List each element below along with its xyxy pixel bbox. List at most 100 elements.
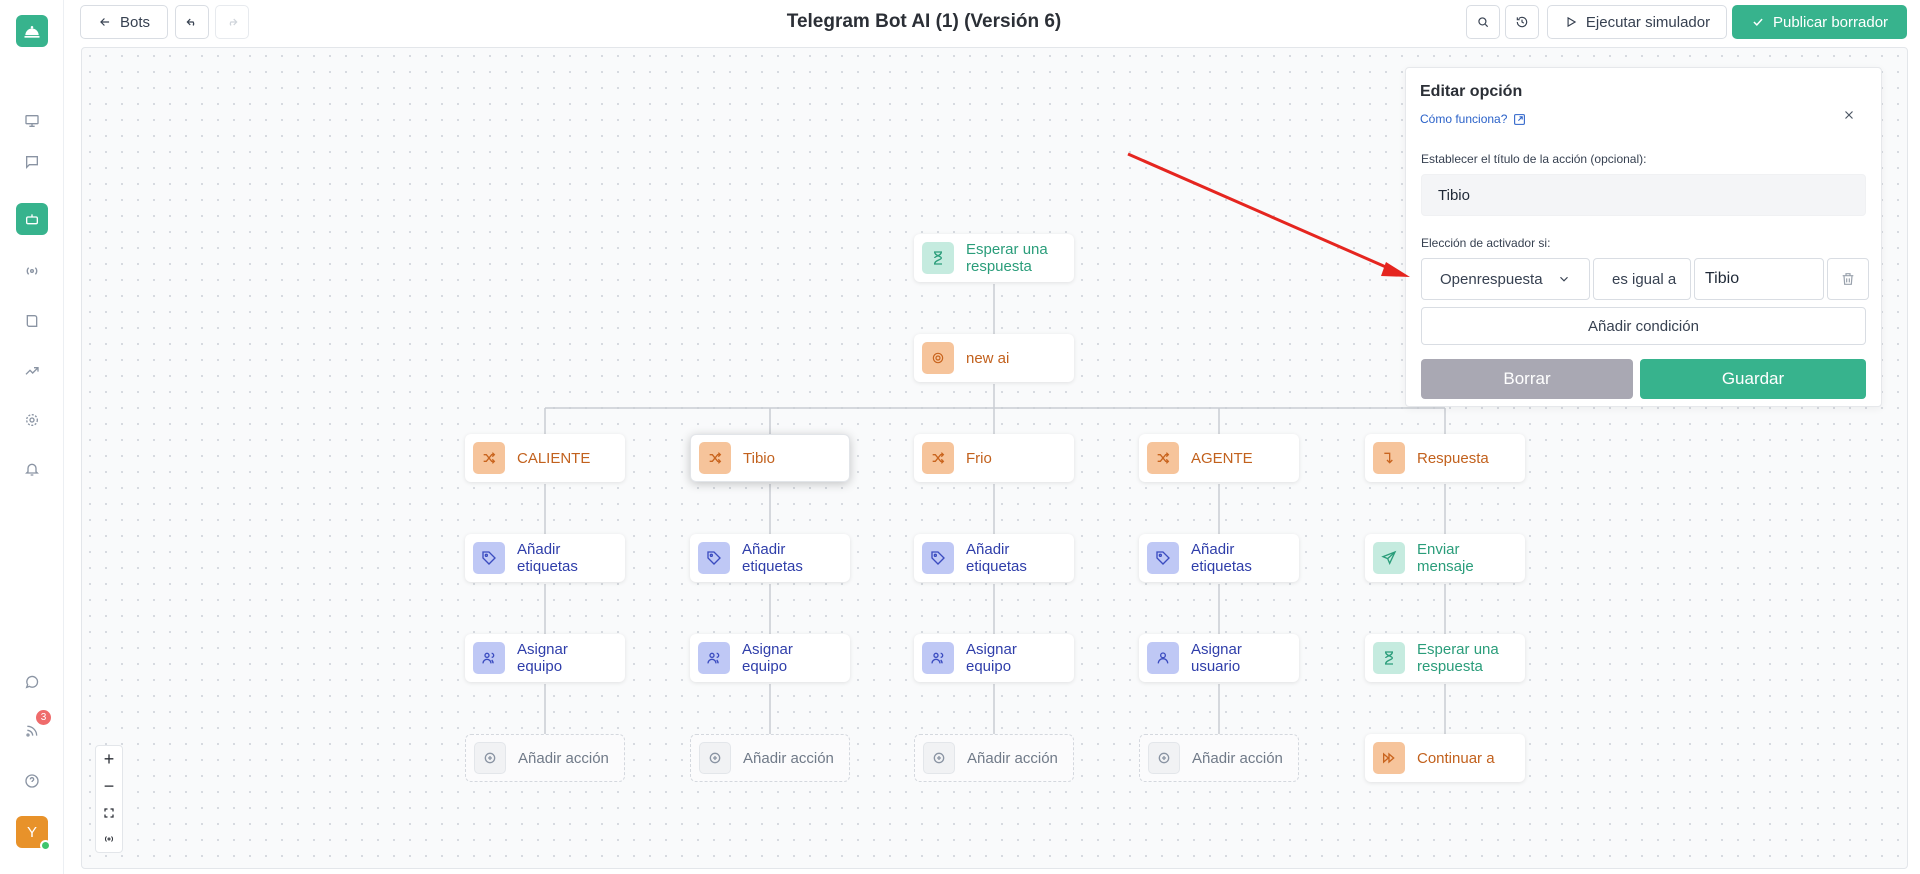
- history-button[interactable]: [1505, 5, 1539, 39]
- close-panel-button[interactable]: [1839, 105, 1859, 125]
- bell-service-icon: [24, 26, 40, 38]
- whatsapp-icon: [25, 675, 39, 689]
- broadcast-icon: [26, 267, 38, 275]
- hourglass-icon: [1373, 642, 1405, 674]
- fit-view-button[interactable]: [96, 800, 122, 826]
- help-link-label: Cómo funciona?: [1420, 112, 1508, 126]
- page-title: Telegram Bot AI (1) (Versión 6): [786, 11, 1062, 32]
- zoom-out-button[interactable]: −: [96, 773, 122, 799]
- panel-title: Editar opción: [1420, 83, 1523, 100]
- sidebar-item-feed[interactable]: 3: [16, 710, 51, 747]
- undo-button[interactable]: [175, 5, 209, 39]
- back-to-bots-button[interactable]: Bots: [80, 5, 168, 39]
- node-label: Enviar mensaje: [1417, 541, 1474, 575]
- node-trigger-caliente[interactable]: CALIENTE: [465, 434, 625, 482]
- node-wait-response[interactable]: Esperar una respuesta: [1365, 634, 1525, 682]
- node-trigger-tibio[interactable]: Tibio: [690, 434, 850, 482]
- add-condition-button[interactable]: Añadir condición: [1421, 307, 1866, 345]
- redo-button[interactable]: [215, 5, 249, 39]
- tag-icon: [1147, 542, 1179, 574]
- app-logo[interactable]: [16, 15, 48, 47]
- sidebar-item-whatsapp[interactable]: [16, 666, 48, 698]
- node-label: Añadir acción: [518, 749, 609, 767]
- node-assign-team[interactable]: Asignar equipo: [465, 634, 625, 682]
- publish-draft-button[interactable]: Publicar borrador: [1732, 5, 1907, 39]
- close-icon: [1845, 111, 1853, 119]
- node-add-tags[interactable]: Añadir etiquetas: [914, 534, 1074, 582]
- user-avatar[interactable]: Y: [16, 816, 51, 851]
- node-add-action[interactable]: Añadir acción: [465, 734, 625, 782]
- node-assign-team[interactable]: Asignar equipo: [914, 634, 1074, 682]
- node-add-tags[interactable]: Añadir etiquetas: [465, 534, 625, 582]
- node-send-message[interactable]: Enviar mensaje: [1365, 534, 1525, 582]
- chat-icon: [26, 156, 38, 169]
- sidebar-item-broadcast[interactable]: [16, 255, 48, 287]
- node-label: Añadir etiquetas: [966, 541, 1027, 575]
- sidebar-item-notifications[interactable]: [16, 453, 48, 485]
- node-ai[interactable]: new ai: [914, 334, 1074, 382]
- sidebar-item-settings[interactable]: [16, 404, 48, 436]
- sidebar-item-chats[interactable]: [16, 146, 48, 178]
- delete-condition-button[interactable]: [1827, 258, 1869, 300]
- team-icon: [922, 642, 954, 674]
- node-label: Esperar una respuesta: [966, 241, 1048, 275]
- node-assign-user[interactable]: Asignar usuario: [1139, 634, 1299, 682]
- action-title-label: Establecer el título de la acción (opcio…: [1421, 152, 1647, 166]
- fast-forward-icon: [1373, 742, 1405, 774]
- node-add-tags[interactable]: Añadir etiquetas: [690, 534, 850, 582]
- node-add-action[interactable]: Añadir acción: [1139, 734, 1299, 782]
- trash-icon: [1842, 273, 1854, 285]
- run-simulator-button[interactable]: Ejecutar simulador: [1547, 5, 1727, 39]
- node-continue-to[interactable]: Continuar a: [1365, 734, 1525, 782]
- sidebar-item-knowledge[interactable]: [16, 305, 48, 337]
- node-label: Asignar usuario: [1191, 641, 1242, 675]
- node-assign-team[interactable]: Asignar equipo: [690, 634, 850, 682]
- condition-field-value: Openrespuesta: [1440, 270, 1543, 288]
- node-trigger-agente[interactable]: AGENTE: [1139, 434, 1299, 482]
- openai-icon: [922, 342, 954, 374]
- add-condition-label: Añadir condición: [1588, 317, 1699, 335]
- bot-icon: [26, 214, 38, 225]
- sidebar-item-bots[interactable]: [16, 203, 48, 235]
- sidebar-item-reports[interactable]: [16, 355, 48, 387]
- shuffle-icon: [473, 442, 505, 474]
- delete-button[interactable]: Borrar: [1421, 359, 1633, 399]
- avatar-initial: Y: [26, 823, 37, 841]
- trend-icon: [25, 367, 39, 375]
- plus-circle-icon: [923, 742, 955, 774]
- condition-value-input[interactable]: Tibio: [1694, 258, 1824, 300]
- node-trigger-frio[interactable]: Frio: [914, 434, 1074, 482]
- zoom-in-button[interactable]: +: [96, 746, 122, 772]
- corner-arrow-icon: [1373, 442, 1405, 474]
- node-add-tags[interactable]: Añadir etiquetas: [1139, 534, 1299, 582]
- condition-value-text: Tibio: [1705, 270, 1740, 287]
- how-it-works-link[interactable]: Cómo funciona?: [1420, 112, 1526, 126]
- delete-label: Borrar: [1503, 369, 1551, 388]
- monitor-icon: [25, 115, 39, 127]
- search-button[interactable]: [1466, 5, 1500, 39]
- node-label: Asignar equipo: [966, 641, 1017, 675]
- sidebar-item-dashboard[interactable]: [16, 105, 48, 137]
- save-button[interactable]: Guardar: [1640, 359, 1866, 399]
- trigger-choice-label: Elección de activador si:: [1421, 236, 1551, 250]
- search-icon: [1478, 17, 1489, 28]
- center-view-button[interactable]: [96, 826, 122, 852]
- top-toolbar: Bots Telegram Bot AI (1) (Versión 6) Eje…: [64, 0, 1920, 46]
- online-status-dot: [40, 840, 51, 851]
- node-label: Añadir acción: [967, 749, 1058, 767]
- node-label: Frio: [966, 449, 992, 467]
- node-wait-response[interactable]: Esperar una respuesta: [914, 234, 1074, 282]
- action-title-input[interactable]: Tibio: [1421, 174, 1866, 216]
- condition-field-select[interactable]: Openrespuesta: [1421, 258, 1590, 300]
- node-label: Tibio: [743, 449, 775, 467]
- condition-operator-select[interactable]: es igual a: [1593, 258, 1691, 300]
- node-add-action[interactable]: Añadir acción: [914, 734, 1074, 782]
- undo-icon: [186, 18, 195, 26]
- sidebar-item-help[interactable]: [16, 765, 48, 797]
- publish-draft-label: Publicar borrador: [1772, 13, 1889, 31]
- condition-operator-value: es igual a: [1612, 270, 1677, 288]
- node-add-action[interactable]: Añadir acción: [690, 734, 850, 782]
- fullscreen-icon: [104, 808, 114, 818]
- node-trigger-respuesta[interactable]: Respuesta: [1365, 434, 1525, 482]
- check-icon: [1753, 18, 1763, 26]
